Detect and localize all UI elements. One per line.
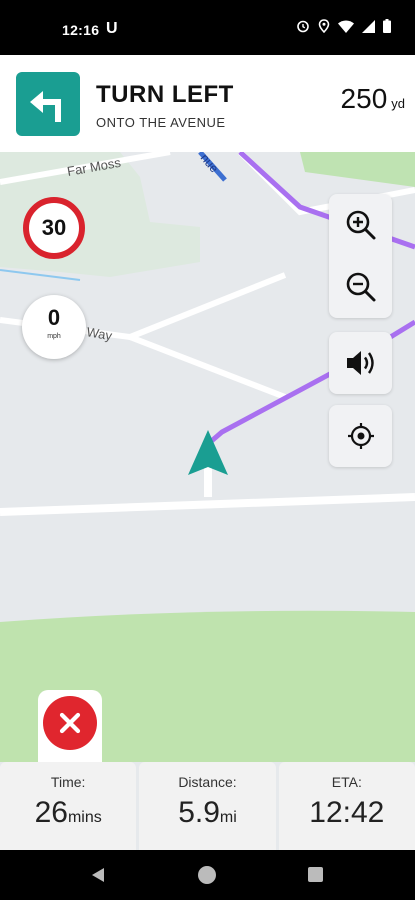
zoom-in-button[interactable]: [329, 194, 392, 256]
sound-button[interactable]: [329, 332, 392, 394]
current-speed-unit: mph: [47, 333, 61, 340]
zoom-out-button[interactable]: [329, 256, 392, 318]
trip-time-card: Time: 26mins: [0, 762, 137, 850]
trip-info-panel: Time: 26mins Distance: 5.9mi ETA: 12:42: [0, 762, 415, 850]
alarm-icon: [297, 20, 309, 33]
current-speed-value: 0: [47, 305, 61, 330]
signal-icon: [362, 19, 375, 33]
street-label-way: Way: [85, 324, 113, 343]
maneuver-distance-unit: yd: [391, 96, 405, 111]
cancel-navigation-card: [38, 690, 102, 770]
zoom-out-icon: [346, 272, 375, 302]
battery-icon: [383, 19, 391, 33]
volume-icon: [346, 351, 374, 375]
back-icon[interactable]: [90, 867, 106, 883]
turn-left-arrow-icon: [16, 72, 80, 136]
recenter-control: [329, 405, 392, 467]
trip-eta-value: 12:42: [309, 796, 385, 829]
sound-control: [329, 332, 392, 394]
maneuver-distance: 250 yd: [341, 83, 405, 115]
trip-time-label: Time:: [50, 774, 86, 790]
trip-distance-label: Distance:: [178, 774, 237, 790]
trip-eta-card: ETA: 12:42: [278, 762, 415, 850]
trip-distance-card: Distance: 5.9mi: [139, 762, 276, 850]
my-location-icon: [347, 423, 374, 449]
trip-distance-unit: mi: [219, 809, 237, 826]
trip-eta-label: ETA:: [331, 774, 362, 790]
trip-eta: 12:42: [279, 796, 415, 830]
recents-icon[interactable]: [308, 867, 323, 882]
status-time: 12:16: [62, 22, 100, 38]
status-bar: 12:16 U: [0, 0, 415, 55]
maneuver-street: ONTO THE AVENUE: [96, 115, 226, 130]
wifi-icon: [338, 20, 354, 33]
trip-time-value: 26: [34, 796, 68, 829]
status-icons: [296, 19, 391, 33]
current-speed: 0 mph: [22, 295, 86, 359]
home-icon[interactable]: [198, 866, 216, 884]
recenter-button[interactable]: [329, 405, 392, 467]
close-icon: [59, 712, 81, 734]
zoom-controls: [329, 194, 392, 318]
cancel-navigation-button[interactable]: [43, 696, 97, 750]
maneuver-distance-value: 250: [340, 83, 388, 114]
trip-distance-value: 5.9: [178, 796, 220, 829]
zoom-in-icon: [346, 210, 375, 240]
maneuver-banner: TURN LEFT ONTO THE AVENUE 250 yd: [0, 55, 415, 152]
system-nav-bar: [0, 850, 415, 900]
trip-distance: 5.9mi: [139, 796, 275, 830]
speed-limit-sign: 30: [23, 197, 85, 259]
maneuver-instruction: TURN LEFT: [96, 81, 234, 108]
trip-time: 26mins: [0, 796, 136, 830]
notification-icon: U: [106, 20, 118, 37]
location-icon: [318, 19, 330, 33]
trip-time-unit: mins: [67, 809, 102, 826]
